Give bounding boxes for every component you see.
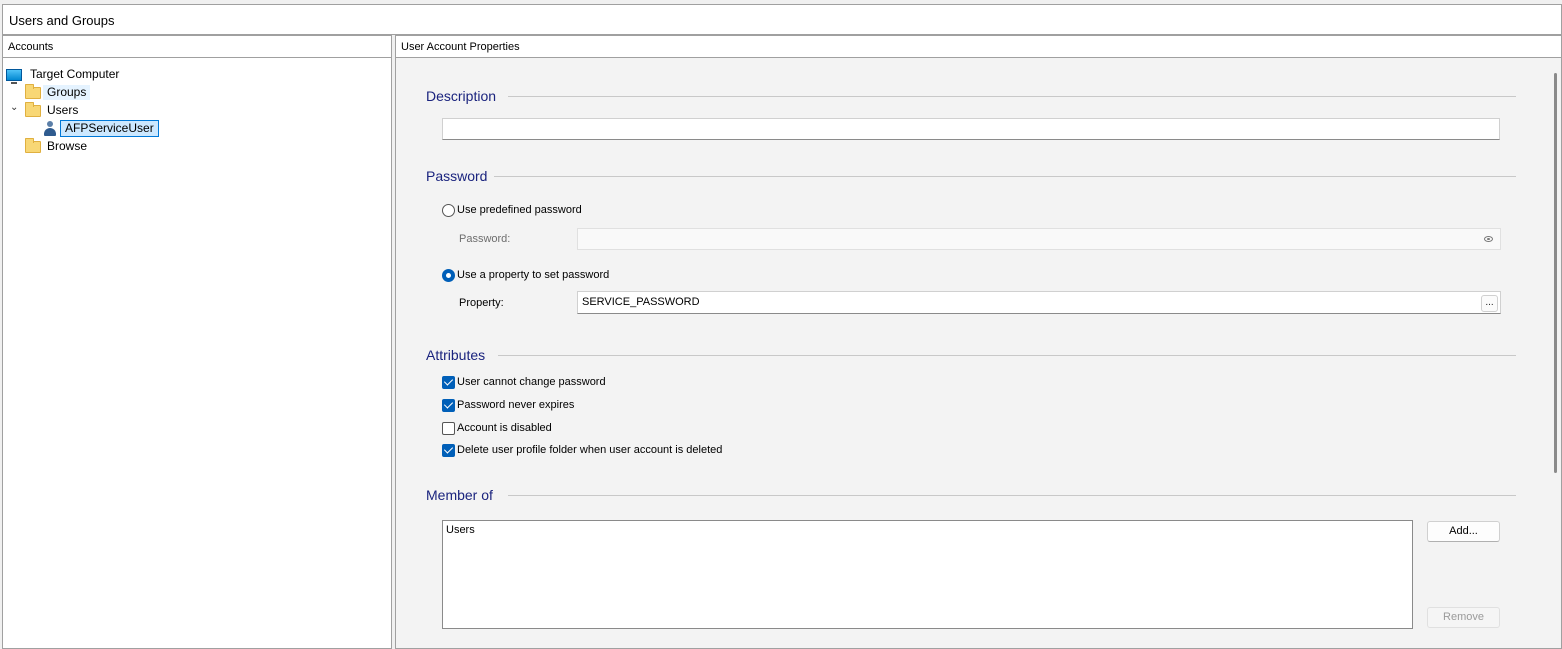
property-input[interactable]: SERVICE_PASSWORD <box>577 291 1501 314</box>
section-divider <box>508 96 1516 97</box>
add-group-button[interactable]: Add... <box>1427 521 1500 542</box>
user-icon <box>43 121 57 136</box>
eye-icon <box>1484 236 1493 242</box>
accounts-header: Accounts <box>3 36 391 58</box>
properties-pane: User Account Properties Description Pass… <box>395 35 1562 649</box>
tree-item-users[interactable]: Users <box>25 101 82 119</box>
tree-item-browse[interactable]: Browse <box>25 137 91 155</box>
section-divider <box>508 495 1516 496</box>
password-input <box>577 228 1501 250</box>
property-password-radio[interactable] <box>442 269 455 282</box>
attribute-label: User cannot change password <box>457 376 606 388</box>
computer-icon <box>6 68 22 84</box>
vertical-scrollbar[interactable] <box>1554 73 1557 473</box>
tree-item-label: Groups <box>43 85 91 100</box>
tree-item-label: Users <box>47 103 79 117</box>
delete-profile-folder-checkbox[interactable] <box>442 444 455 457</box>
chevron-down-icon[interactable]: ⌄ <box>10 102 18 113</box>
show-password-button <box>1481 231 1498 248</box>
window-title: Users and Groups <box>2 4 1562 35</box>
password-section-title: Password <box>426 168 488 184</box>
attribute-label: Account is disabled <box>457 422 552 434</box>
list-item[interactable]: Users <box>446 524 1409 536</box>
property-password-label: Use a property to set password <box>457 269 610 281</box>
predefined-password-label: Use predefined password <box>457 204 582 216</box>
accounts-pane: Accounts Target Computer Groups ⌄ Users … <box>2 35 392 649</box>
remove-group-button[interactable]: Remove <box>1427 607 1500 628</box>
tree-item-afpserviceuser[interactable]: AFPServiceUser <box>43 120 159 137</box>
account-disabled-checkbox[interactable] <box>442 422 455 435</box>
folder-icon <box>25 83 41 99</box>
cannot-change-password-checkbox[interactable] <box>442 376 455 389</box>
description-section-title: Description <box>426 88 497 104</box>
folder-icon <box>25 101 41 117</box>
tree-item-label: AFPServiceUser <box>60 120 159 137</box>
attribute-label: Delete user profile folder when user acc… <box>457 444 723 456</box>
section-divider <box>494 176 1516 177</box>
properties-header: User Account Properties <box>396 36 1561 58</box>
tree-item-label: Browse <box>47 139 88 153</box>
password-never-expires-checkbox[interactable] <box>442 399 455 412</box>
member-of-list[interactable]: Users <box>442 520 1413 629</box>
tree-item-target-computer[interactable]: Target Computer <box>6 66 123 84</box>
property-browse-button[interactable]: ... <box>1481 295 1498 312</box>
member-of-section-title: Member of <box>426 487 493 503</box>
attributes-section-title: Attributes <box>426 347 486 363</box>
attribute-label: Password never expires <box>457 399 575 411</box>
folder-icon <box>25 137 41 153</box>
tree-item-label: Target Computer <box>30 67 120 81</box>
section-divider <box>498 355 1516 356</box>
predefined-password-radio[interactable] <box>442 204 455 217</box>
description-input[interactable] <box>442 118 1500 140</box>
password-field-label: Password: <box>459 233 511 245</box>
properties-content: Description Password Use predefined pass… <box>396 58 1561 648</box>
tree-item-groups[interactable]: Groups <box>25 83 91 101</box>
property-field-label: Property: <box>459 297 504 309</box>
